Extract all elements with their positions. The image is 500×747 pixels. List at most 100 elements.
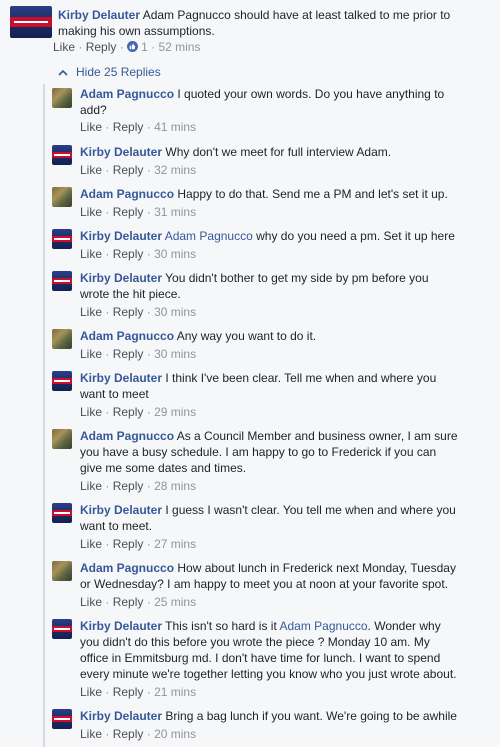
- reply-link[interactable]: Reply: [113, 305, 144, 319]
- reply-author[interactable]: Kirby Delauter: [80, 271, 162, 285]
- timestamp[interactable]: 30 mins: [154, 305, 196, 319]
- comment-body-line2: making his own assumptions.: [58, 24, 215, 38]
- root-comment-text: Kirby Delauter Adam Pagnucco should have…: [58, 7, 498, 39]
- timestamp[interactable]: 28 mins: [154, 479, 196, 493]
- timestamp[interactable]: 30 mins: [154, 347, 196, 361]
- like-link[interactable]: Like: [80, 537, 102, 551]
- reply-author[interactable]: Kirby Delauter: [80, 709, 162, 723]
- like-link[interactable]: Like: [53, 40, 75, 54]
- avatar[interactable]: [10, 6, 52, 38]
- reply-text: Kirby Delauter Why don't we meet for ful…: [80, 145, 392, 159]
- avatar[interactable]: [52, 145, 72, 165]
- reply-meta: Like · Reply · 28 mins: [80, 479, 197, 493]
- reply-link[interactable]: Reply: [113, 120, 144, 134]
- avatar[interactable]: [52, 619, 72, 639]
- mention-link[interactable]: Adam Pagnucco: [279, 619, 367, 633]
- reply-meta: Like · Reply · 31 mins: [80, 205, 197, 219]
- reply-text: Kirby Delauter This isn't so hard is it …: [80, 619, 457, 681]
- reply-link[interactable]: Reply: [113, 727, 144, 741]
- reply-author[interactable]: Kirby Delauter: [80, 229, 162, 243]
- avatar[interactable]: [52, 329, 72, 349]
- reply-author[interactable]: Adam Pagnucco: [80, 429, 174, 443]
- timestamp[interactable]: 25 mins: [154, 595, 196, 609]
- reply-meta: Like · Reply · 30 mins: [80, 247, 197, 261]
- reply-meta: Like · Reply · 27 mins: [80, 537, 197, 551]
- reply-meta: Like · Reply · 25 mins: [80, 595, 197, 609]
- like-link[interactable]: Like: [80, 727, 102, 741]
- timestamp[interactable]: 52 mins: [158, 40, 200, 54]
- reply-text: Kirby Delauter I think I've been clear. …: [80, 371, 437, 401]
- avatar[interactable]: [52, 429, 72, 449]
- avatar[interactable]: [52, 271, 72, 291]
- reply-link[interactable]: Reply: [86, 40, 117, 54]
- timestamp[interactable]: 21 mins: [154, 685, 196, 699]
- root-comment-meta: Like · Reply · 1 · 52 mins: [53, 40, 201, 54]
- avatar[interactable]: [52, 709, 72, 729]
- like-reaction-icon[interactable]: [127, 41, 139, 52]
- reply-author[interactable]: Adam Pagnucco: [80, 329, 174, 343]
- reply-meta: Like · Reply · 30 mins: [80, 305, 197, 319]
- reply-link[interactable]: Reply: [113, 685, 144, 699]
- reply-link[interactable]: Reply: [113, 479, 144, 493]
- hide-replies-toggle[interactable]: Hide 25 Replies: [58, 64, 161, 80]
- reply-author[interactable]: Kirby Delauter: [80, 503, 162, 517]
- like-link[interactable]: Like: [80, 205, 102, 219]
- reply-link[interactable]: Reply: [113, 205, 144, 219]
- like-link[interactable]: Like: [80, 247, 102, 261]
- reply-link[interactable]: Reply: [113, 247, 144, 261]
- timestamp[interactable]: 29 mins: [154, 405, 196, 419]
- avatar[interactable]: [52, 371, 72, 391]
- thread-line: [43, 84, 45, 747]
- reply-text: Adam Pagnucco How about lunch in Frederi…: [80, 561, 456, 591]
- reply-link[interactable]: Reply: [113, 405, 144, 419]
- reply-text: Kirby Delauter I guess I wasn't clear. Y…: [80, 503, 456, 533]
- reply-meta: Like · Reply · 41 mins: [80, 120, 197, 134]
- reply-author[interactable]: Adam Pagnucco: [80, 187, 174, 201]
- timestamp[interactable]: 30 mins: [154, 247, 196, 261]
- reply-text: Adam Pagnucco Any way you want to do it.: [80, 329, 317, 343]
- reply-author[interactable]: Kirby Delauter: [80, 619, 162, 633]
- like-link[interactable]: Like: [80, 479, 102, 493]
- chevron-up-icon: [58, 64, 68, 80]
- timestamp[interactable]: 20 mins: [154, 727, 196, 741]
- reply-text: Kirby Delauter Adam Pagnucco why do you …: [80, 229, 455, 243]
- reply-meta: Like · Reply · 20 mins: [80, 727, 197, 741]
- like-link[interactable]: Like: [80, 685, 102, 699]
- avatar[interactable]: [52, 503, 72, 523]
- avatar[interactable]: [52, 561, 72, 581]
- reply-link[interactable]: Reply: [113, 347, 144, 361]
- like-link[interactable]: Like: [80, 405, 102, 419]
- mention-link[interactable]: Adam Pagnucco: [165, 229, 253, 243]
- like-link[interactable]: Like: [80, 595, 102, 609]
- reply-text: Adam Pagnucco As a Council Member and bu…: [80, 429, 458, 475]
- reply-author[interactable]: Kirby Delauter: [80, 145, 162, 159]
- like-link[interactable]: Like: [80, 305, 102, 319]
- avatar[interactable]: [52, 187, 72, 207]
- comment-body: Adam Pagnucco should have at least talke…: [140, 8, 451, 22]
- reply-link[interactable]: Reply: [113, 537, 144, 551]
- timestamp[interactable]: 31 mins: [154, 205, 196, 219]
- reply-author[interactable]: Adam Pagnucco: [80, 87, 174, 101]
- hide-replies-label: Hide 25 Replies: [76, 65, 161, 79]
- timestamp[interactable]: 41 mins: [154, 120, 196, 134]
- reply-link[interactable]: Reply: [113, 163, 144, 177]
- like-link[interactable]: Like: [80, 347, 102, 361]
- reply-author[interactable]: Adam Pagnucco: [80, 561, 174, 575]
- reply-text: Adam Pagnucco I quoted your own words. D…: [80, 87, 445, 117]
- reply-meta: Like · Reply · 30 mins: [80, 347, 197, 361]
- reply-author[interactable]: Kirby Delauter: [80, 371, 162, 385]
- reply-text: Adam Pagnucco Happy to do that. Send me …: [80, 187, 448, 201]
- avatar[interactable]: [52, 88, 72, 108]
- reply-text: Kirby Delauter Bring a bag lunch if you …: [80, 709, 457, 723]
- comment-author[interactable]: Kirby Delauter: [58, 8, 140, 22]
- reply-meta: Like · Reply · 32 mins: [80, 163, 197, 177]
- reply-meta: Like · Reply · 29 mins: [80, 405, 197, 419]
- reaction-count[interactable]: 1: [141, 40, 148, 54]
- like-link[interactable]: Like: [80, 120, 102, 134]
- avatar[interactable]: [52, 229, 72, 249]
- like-link[interactable]: Like: [80, 163, 102, 177]
- timestamp[interactable]: 27 mins: [154, 537, 196, 551]
- reply-meta: Like · Reply · 21 mins: [80, 685, 197, 699]
- reply-link[interactable]: Reply: [113, 595, 144, 609]
- timestamp[interactable]: 32 mins: [154, 163, 196, 177]
